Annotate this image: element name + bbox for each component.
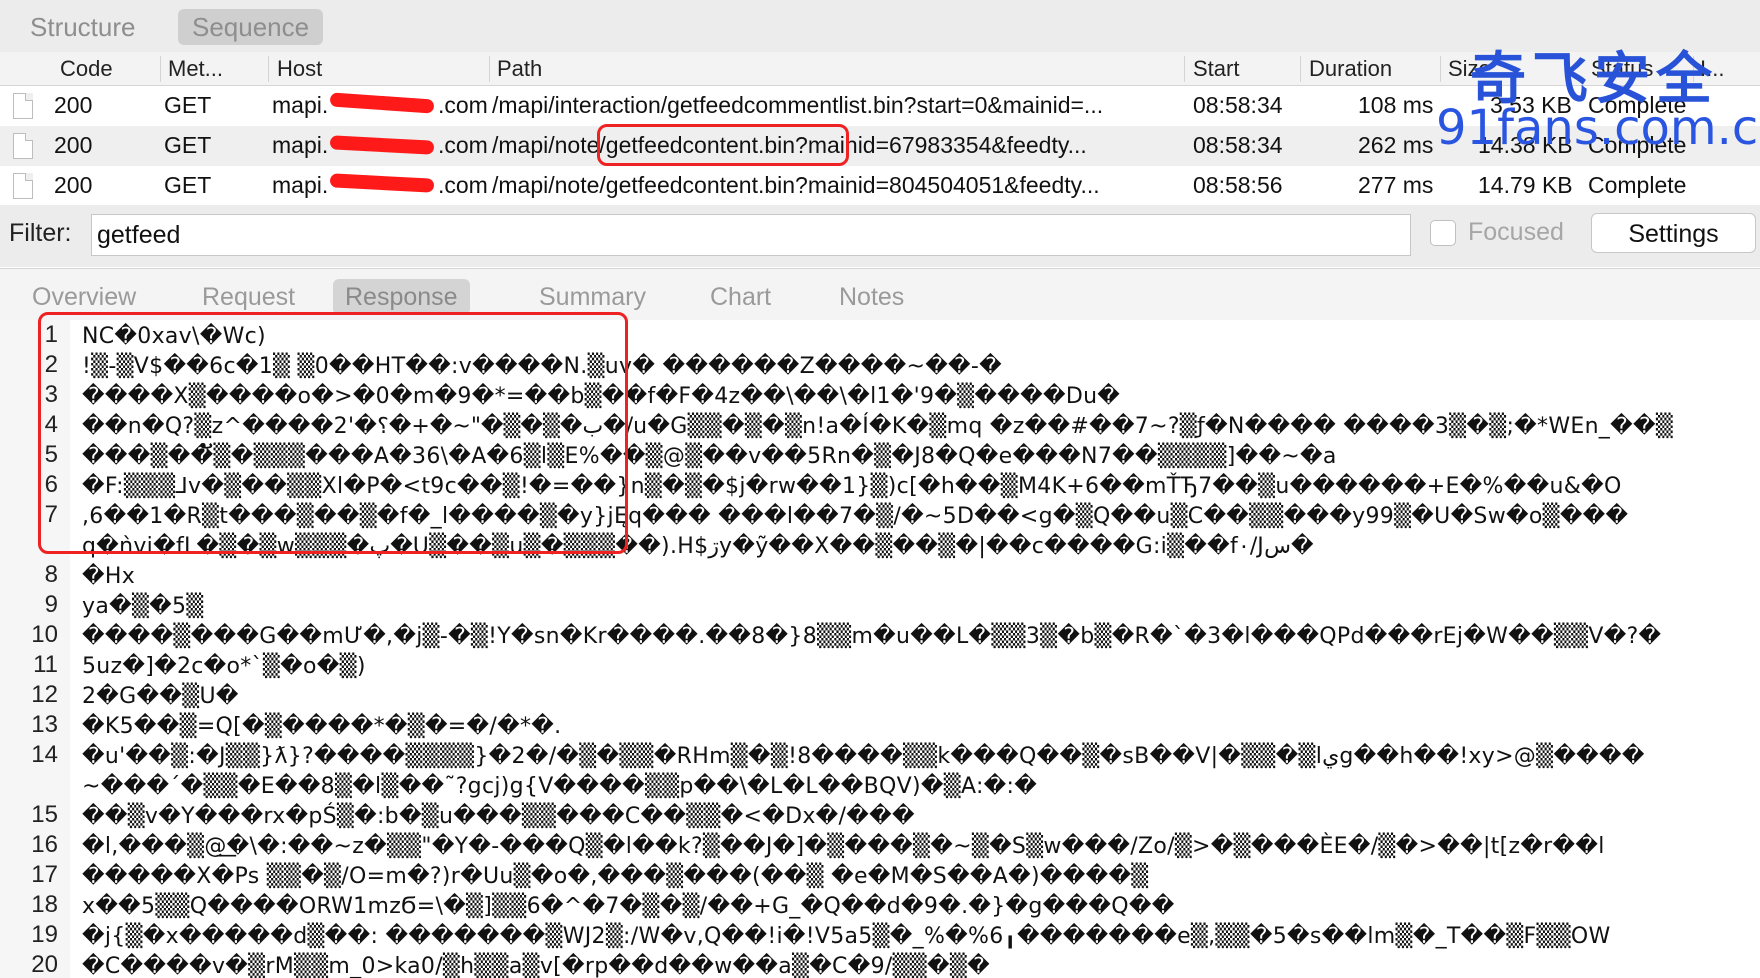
document-icon — [13, 133, 33, 159]
watermark-en: 91fans.com.cn — [1436, 100, 1760, 156]
focused-checkbox[interactable] — [1430, 220, 1456, 246]
tab-summary[interactable]: Summary — [527, 279, 658, 315]
column-method[interactable]: Met... — [168, 56, 223, 82]
code-line: 15 ��▒v�Y���rx�pŚ▒�:b�▒u���▒▒���C��▒▒�<�D… — [31, 801, 915, 829]
column-duration[interactable]: Duration — [1309, 56, 1392, 82]
tab-request[interactable]: Request — [190, 279, 307, 315]
tab-chart[interactable]: Chart — [698, 279, 783, 315]
row-duration: 262 ms — [1358, 132, 1434, 158]
row-code: 200 — [54, 92, 93, 118]
row-duration: 108 ms — [1358, 92, 1434, 118]
row-method: GET — [164, 172, 212, 198]
row-host-end: .com — [438, 132, 488, 158]
tab-structure[interactable]: Structure — [16, 9, 150, 45]
row-size: 14.79 KB — [1478, 172, 1573, 198]
table-row[interactable]: 200 GET mapi. .com /mapi/note/getfeedcon… — [0, 166, 1760, 206]
row-path: /mapi/interaction/getfeedcommentlist.bin… — [492, 92, 1104, 118]
code-line: 17 �����X�Ps ▒▒�▒/O=m�?)r�Uu▒�o�,���▒���(… — [31, 861, 1149, 889]
row-status: Complete — [1588, 172, 1687, 198]
column-code[interactable]: Code — [60, 56, 113, 82]
row-start: 08:58:56 — [1193, 172, 1283, 198]
code-line: 8 �Hx — [44, 561, 136, 589]
row-start: 08:58:34 — [1193, 92, 1283, 118]
code-line: 11 5uz�]�2c�o*`▒�o�▒) — [33, 651, 366, 679]
row-host-start: mapi. — [272, 92, 329, 118]
tab-response[interactable]: Response — [333, 279, 470, 315]
code-line: 9 ya�▒�5▒ — [44, 591, 204, 619]
code-line: 12 2�G��▒U� — [31, 681, 239, 709]
filter-input[interactable]: getfeed — [91, 214, 1411, 256]
path-highlight-box — [597, 124, 849, 166]
row-code: 200 — [54, 132, 93, 158]
tab-sequence[interactable]: Sequence — [178, 9, 324, 45]
row-duration: 277 ms — [1358, 172, 1434, 198]
tab-notes[interactable]: Notes — [827, 279, 916, 315]
code-line: ~���´�▒▒�E��8▒�l▒��˜?gcj)g{V����▒▒p��\�L… — [82, 774, 1038, 799]
response-highlight-box — [38, 312, 628, 554]
code-line: 14 �u'��▒:�J▒▒}ƛ}?����▒▒▒▒}�2�/�▒�▒▒�RHm▒… — [31, 741, 1645, 769]
code-line: 18 x��5▒▒Q����ORW1mzϬ=\�▒]▒▒6�^�7�▒�▒/��+… — [31, 891, 1175, 919]
row-method: GET — [164, 92, 212, 118]
column-start[interactable]: Start — [1193, 56, 1239, 82]
settings-button[interactable]: Settings — [1591, 213, 1756, 253]
code-line: 20 �C����v�▒rM▒▒m_0>ka0/▒h▒▒a▒v[�rp��d��w… — [31, 951, 990, 978]
row-code: 200 — [54, 172, 93, 198]
row-host-end: .com — [438, 92, 488, 118]
row-start: 08:58:34 — [1193, 132, 1283, 158]
row-method: GET — [164, 132, 212, 158]
code-line: 13 �K5��▒=Q[�▒����*�▒�=�/�*�. — [31, 711, 562, 739]
row-host-start: mapi. — [272, 172, 329, 198]
code-line: 19 �j{▒�x�����d▒��: �������▒WJ2▒:/W�v,Q��… — [31, 921, 1611, 949]
focused-label: Focused — [1468, 218, 1564, 246]
filter-label: Filter: — [9, 219, 72, 247]
column-host[interactable]: Host — [277, 56, 322, 82]
tab-overview[interactable]: Overview — [20, 279, 148, 315]
code-line: 16 �l,���▒@͟�\�:��~z�▒▒"�Y�-���Q▒�l��k?▒�… — [31, 831, 1605, 859]
row-host-end: .com — [438, 172, 488, 198]
code-line: 10 ����▒���G��mƯ�,�j▒-�▒!Y�sn�Kr����.��8�… — [31, 621, 1662, 649]
row-host-start: mapi. — [272, 132, 329, 158]
column-path[interactable]: Path — [497, 56, 542, 82]
document-icon — [13, 173, 33, 199]
document-icon — [13, 93, 33, 119]
row-path: /mapi/note/getfeedcontent.bin?mainid=804… — [492, 172, 1100, 198]
